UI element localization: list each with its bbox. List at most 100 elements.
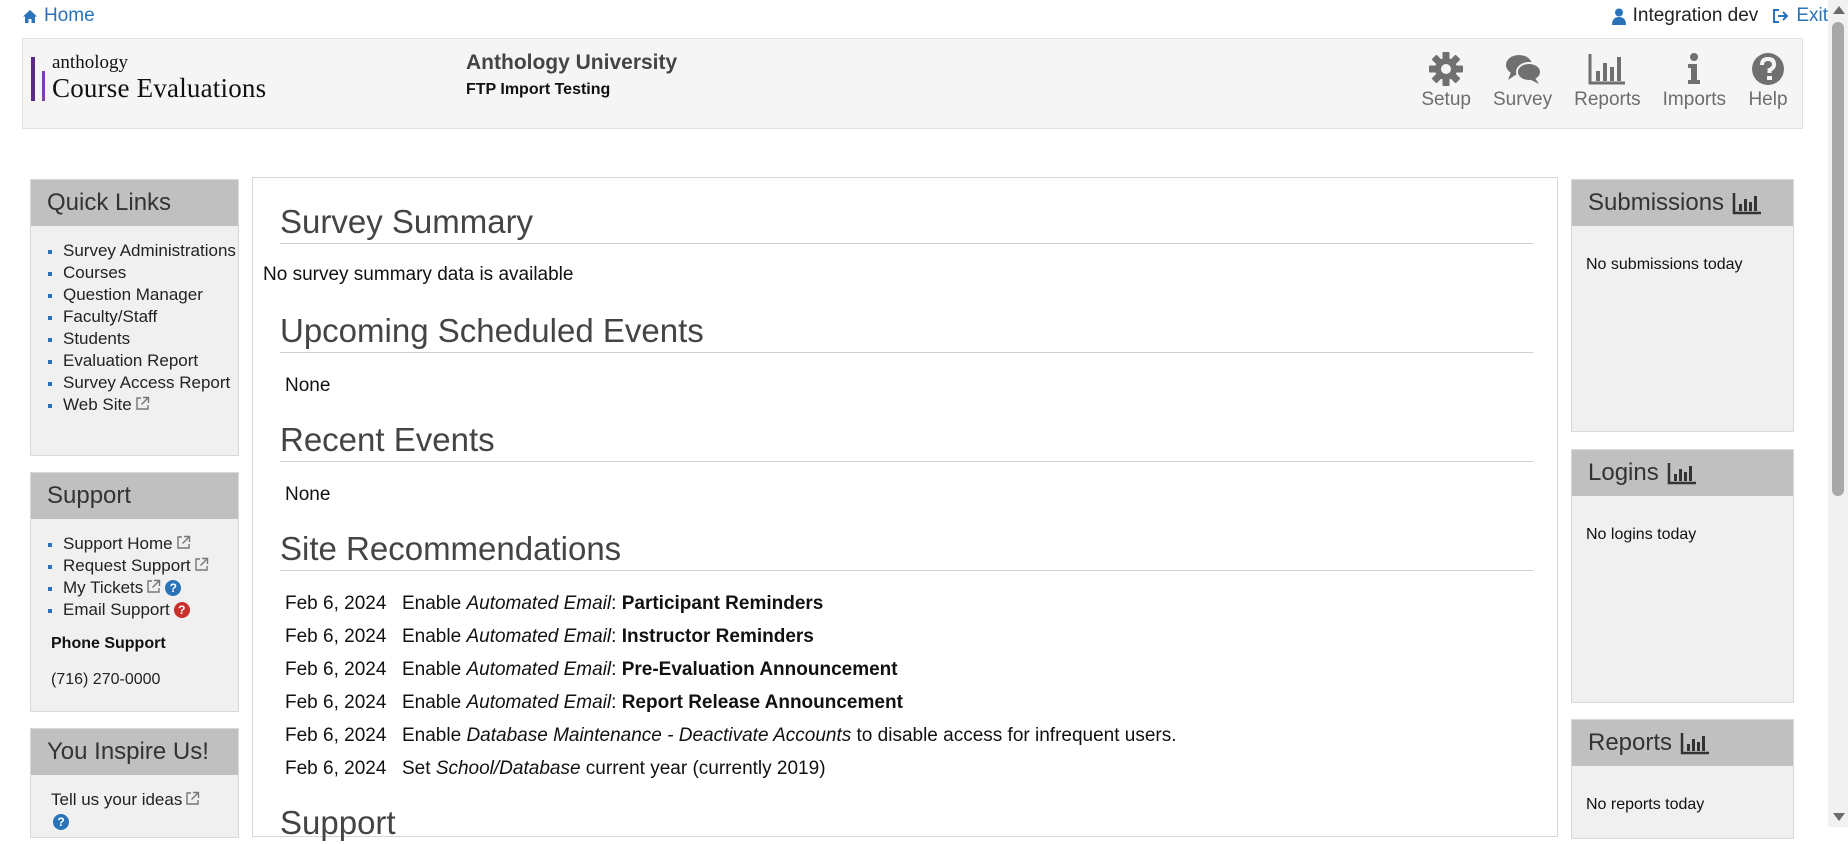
recommendation-prefix: Enable [402,725,467,746]
recommendation-separator: : [611,593,622,614]
inspire-panel-title: You Inspire Us! [31,729,238,775]
survey-summary-heading: Survey Summary [280,203,1533,244]
list-item[interactable]: Students [63,328,238,350]
logo-mark [31,57,35,101]
recommendation-date: Feb 6, 2024 [285,626,387,647]
question-circle-icon[interactable]: ? [53,814,69,830]
info-icon [1688,53,1701,84]
quick-links-list: Survey Administrations Courses Question … [31,240,238,416]
ideas-link[interactable]: Tell us your ideas [51,790,182,809]
question-circle-icon[interactable]: ? [173,602,190,618]
recommendation-date: Feb 6, 2024 [285,758,387,779]
list-item[interactable]: Survey Administrations [63,240,238,262]
submissions-title: Submissions [1588,189,1725,216]
quick-link-web-site[interactable]: Web Site [63,395,132,414]
submissions-panel: Submissions No submissions today [1571,179,1794,432]
request-support-link[interactable]: Request Support [63,556,191,575]
bar-chart-icon[interactable] [1680,731,1710,755]
recommendation-setting[interactable]: Instructor Reminders [622,626,814,647]
support-heading: Support [280,804,396,841]
logo[interactable]: anthology Course Evaluations [31,53,266,103]
my-tickets-link[interactable]: My Tickets [63,578,143,597]
recommendation-feature[interactable]: Automated Email [466,659,611,680]
user-name: Integration dev [1632,5,1759,26]
list-item[interactable]: My Tickets? [63,577,238,599]
quick-links-title: Quick Links [31,180,238,226]
recommendation-row: Feb 6, 2024 Enable Automated Email: Instr… [285,626,814,648]
bar-chart-icon[interactable] [1732,191,1762,215]
list-item[interactable]: Question Manager [63,284,238,306]
recent-events-heading: Recent Events [280,421,1533,462]
sign-out-icon [1773,9,1789,23]
email-support-link[interactable]: Email Support [63,600,170,619]
support-home-link[interactable]: Support Home [63,534,173,553]
nav-setup[interactable]: Setup [1421,51,1471,111]
recommendation-row: Feb 6, 2024 Enable Database Maintenance -… [285,725,1177,747]
list-item[interactable]: Support Home [63,533,238,555]
main-nav: Setup Survey Reports Imports Help [1421,51,1788,111]
reports-panel: Reports No reports today [1571,719,1794,839]
upcoming-events-text: None [285,375,331,396]
quick-link-evaluation-report[interactable]: Evaluation Report [63,351,198,370]
recommendation-row: Feb 6, 2024 Enable Automated Email: Parti… [285,593,823,615]
nav-help-label: Help [1748,89,1788,110]
recommendation-setting[interactable]: Report Release Announcement [622,692,903,713]
quick-link-question-manager[interactable]: Question Manager [63,285,203,304]
recommendation-row: Feb 6, 2024 Enable Automated Email: Repor… [285,692,903,714]
question-circle-icon[interactable]: ? [165,580,182,596]
home-icon [23,9,37,23]
submissions-panel-header: Submissions [1572,180,1793,226]
recommendation-feature[interactable]: Automated Email [466,626,611,647]
submissions-text: No submissions today [1586,256,1743,273]
list-item[interactable]: Survey Access Report [63,372,238,394]
survey-summary-text: No survey summary data is available [263,264,574,285]
recommendation-date: Feb 6, 2024 [285,593,387,614]
recommendation-prefix: Enable [402,626,467,647]
scrollbar-thumb[interactable] [1832,22,1844,496]
page-scrollbar[interactable] [1828,0,1848,827]
institution-name: Anthology University [466,51,678,74]
quick-link-courses[interactable]: Courses [63,263,126,282]
recommendation-feature[interactable]: Database Maintenance - Deactivate Accoun… [466,725,851,746]
external-link-icon [176,535,190,549]
list-item[interactable]: Web Site [63,394,238,416]
nav-reports[interactable]: Reports [1574,51,1641,111]
list-item[interactable]: Courses [63,262,238,284]
logo-big-text: Course Evaluations [52,73,267,103]
exit-link[interactable]: Exit [1772,5,1828,27]
recommendation-date: Feb 6, 2024 [285,725,387,746]
recommendation-prefix: Enable [402,593,467,614]
recommendation-feature[interactable]: School/Database [436,758,581,779]
list-item[interactable]: Request Support [63,555,238,577]
list-item[interactable]: Email Support? [63,599,238,621]
logins-text: No logins today [1586,526,1697,543]
upcoming-events-heading: Upcoming Scheduled Events [280,312,1533,353]
recommendation-separator: : [611,626,622,647]
user-menu[interactable]: Integration dev [1611,5,1759,27]
nav-reports-label: Reports [1574,89,1641,110]
nav-setup-label: Setup [1421,89,1471,110]
recommendation-setting[interactable]: Pre-Evaluation Announcement [622,659,898,680]
quick-link-students[interactable]: Students [63,329,130,348]
list-item[interactable]: Faculty/Staff [63,306,238,328]
nav-imports[interactable]: Imports [1663,51,1726,111]
nav-survey[interactable]: Survey [1493,51,1552,111]
quick-link-survey-administrations[interactable]: Survey Administrations [63,241,236,260]
quick-link-faculty-staff[interactable]: Faculty/Staff [63,307,157,326]
scroll-down-arrow-icon[interactable] [1833,813,1845,821]
list-item[interactable]: Evaluation Report [63,350,238,372]
recommendation-feature[interactable]: Automated Email [466,692,611,713]
recommendation-row: Feb 6, 2024 Set School/Database current y… [285,758,826,780]
gear-icon [1429,52,1464,86]
recommendation-suffix: to disable access for infrequent users. [851,725,1177,746]
logins-title: Logins [1588,459,1659,486]
recommendation-setting[interactable]: Participant Reminders [622,593,824,614]
nav-help[interactable]: Help [1748,51,1788,111]
support-list: Support Home Request Support My Tickets?… [31,533,238,621]
bar-chart-icon[interactable] [1667,461,1697,485]
recommendation-feature[interactable]: Automated Email [466,593,611,614]
external-link-icon [186,791,200,805]
quick-link-survey-access-report[interactable]: Survey Access Report [63,373,230,392]
scroll-up-arrow-icon[interactable] [1833,6,1845,14]
home-link[interactable]: Home [22,5,95,27]
